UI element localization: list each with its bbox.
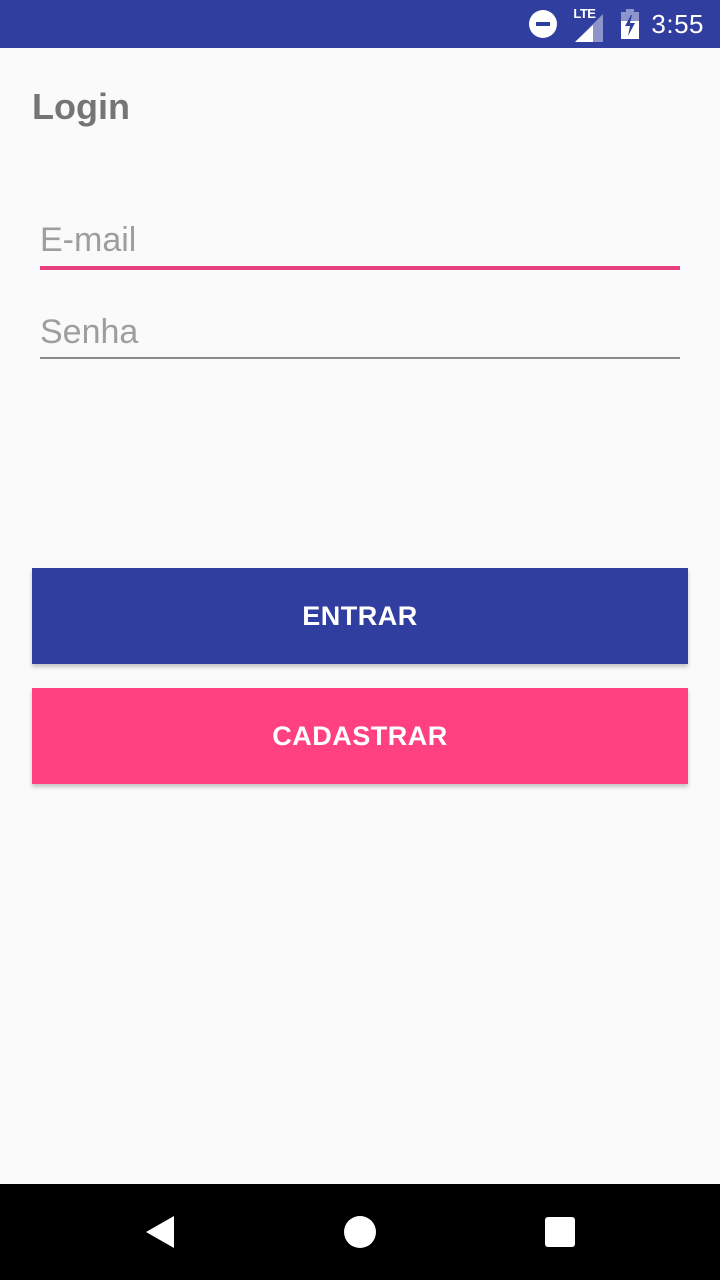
password-underline <box>40 357 680 359</box>
do-not-disturb-icon <box>529 10 558 38</box>
back-icon <box>146 1216 174 1248</box>
home-icon <box>344 1216 376 1248</box>
status-clock: 3:55 <box>651 8 704 39</box>
battery-charging-icon <box>621 9 640 39</box>
status-icons: LTE 3:55 <box>529 0 704 48</box>
register-button[interactable]: CADASTRAR <box>32 688 688 784</box>
page-title: Login <box>32 86 130 127</box>
recents-icon <box>545 1217 575 1247</box>
lte-signal-icon: LTE <box>571 6 607 42</box>
email-underline <box>40 266 680 270</box>
back-button[interactable] <box>136 1208 184 1256</box>
recents-button[interactable] <box>536 1208 584 1256</box>
status-bar: LTE 3:55 <box>0 0 720 48</box>
network-type-label: LTE <box>573 6 596 21</box>
enter-button[interactable]: ENTRAR <box>32 568 688 664</box>
password-input[interactable] <box>40 308 680 356</box>
password-field-container <box>40 308 680 359</box>
home-button[interactable] <box>336 1208 384 1256</box>
navigation-bar <box>0 1184 720 1280</box>
email-input[interactable] <box>40 216 680 264</box>
email-field-container <box>40 216 680 270</box>
